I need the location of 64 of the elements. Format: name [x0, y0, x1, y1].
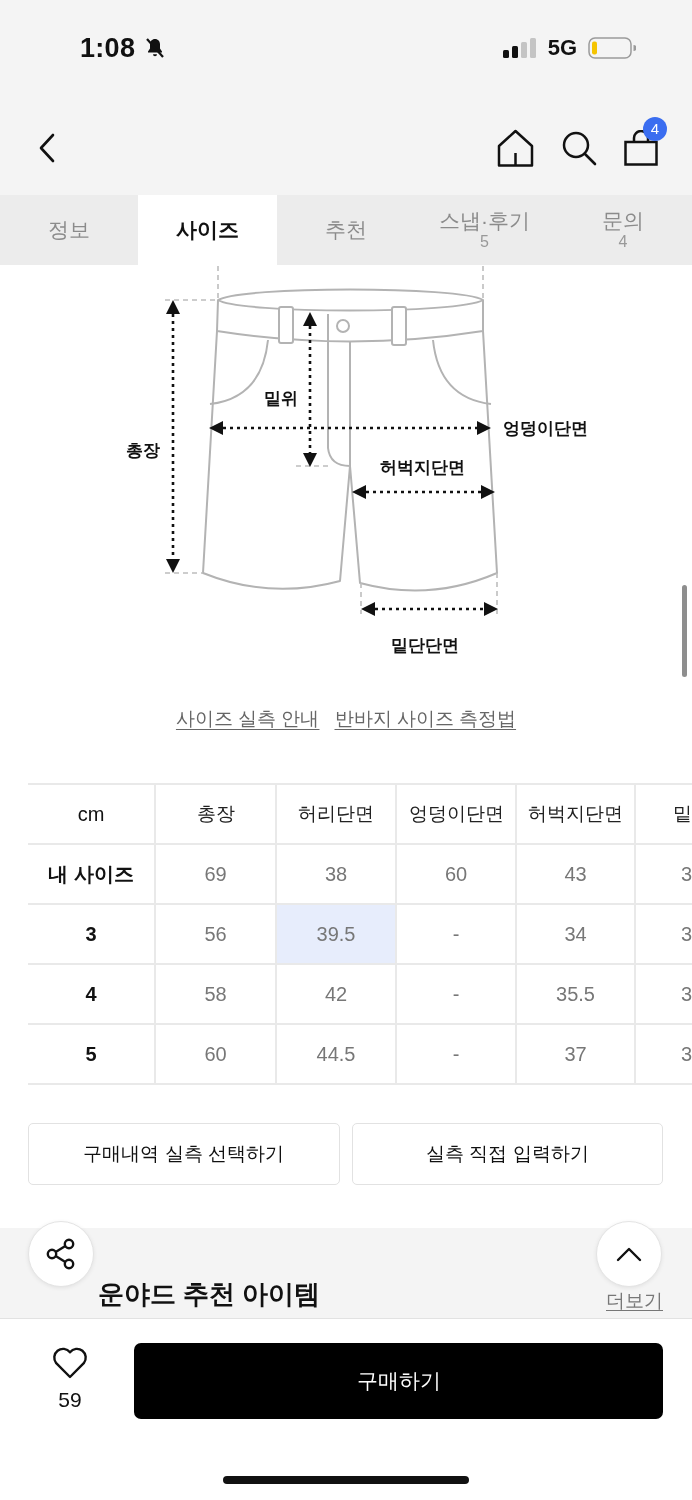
- table-cell: 3: [635, 904, 692, 964]
- row-header: 3: [28, 904, 155, 964]
- table-cell: 39.5: [276, 904, 396, 964]
- row-header: 내 사이즈: [28, 844, 155, 904]
- buy-button[interactable]: 구매하기: [134, 1343, 663, 1419]
- measurement-label: 엉덩이단면: [502, 419, 588, 438]
- table-cell: 58: [155, 964, 276, 1024]
- table-cell: 44.5: [276, 1024, 396, 1084]
- cart-count-badge: 4: [643, 116, 667, 141]
- measurement-label: 총장: [126, 441, 160, 460]
- row-header: 4: [28, 964, 155, 1024]
- network-label: 5G: [547, 37, 577, 59]
- row-header: 5: [28, 1024, 155, 1084]
- signal-icon: [502, 38, 537, 58]
- like-button[interactable]: 59: [6, 1343, 134, 1419]
- guide-link[interactable]: 사이즈 실측 안내: [175, 707, 320, 732]
- table-cell: 60: [155, 1024, 276, 1084]
- chevron-left-icon: [38, 132, 56, 163]
- table-cell: 60: [396, 844, 516, 904]
- table-cell: 34: [516, 904, 635, 964]
- table-cell: -: [396, 1024, 516, 1084]
- measurement-label: 허벅지단면: [379, 458, 465, 477]
- battery-icon: [588, 37, 636, 59]
- search-button[interactable]: [561, 129, 597, 166]
- table-cell: -: [396, 904, 516, 964]
- table-cell: 35.5: [516, 964, 635, 1024]
- column-header: 엉덩이단면: [396, 784, 516, 844]
- back-button[interactable]: [38, 132, 56, 163]
- table-cell: 42: [276, 964, 396, 1024]
- tab[interactable]: 추천: [276, 195, 416, 265]
- chevron-up-icon: [616, 1246, 642, 1262]
- action-button[interactable]: 실측 직접 입력하기: [351, 1123, 663, 1185]
- tab[interactable]: 문의 4: [553, 195, 692, 265]
- home-icon: [497, 128, 534, 167]
- table-cell: 3: [635, 844, 692, 904]
- guide-line: [482, 265, 484, 301]
- section-title: 운야드 추천 아이템: [98, 1278, 321, 1312]
- guide-link[interactable]: 반바지 사이즈 측정법: [334, 707, 517, 732]
- status-time: 1:08: [80, 34, 136, 62]
- home-button[interactable]: [497, 128, 534, 167]
- table-cell: 3: [635, 1024, 692, 1084]
- measurement-label: 밑단단면: [391, 636, 459, 655]
- action-button[interactable]: 구매내역 실측 선택하기: [28, 1123, 340, 1185]
- column-header: 허리단면: [276, 784, 396, 844]
- table-cell: 3: [635, 964, 692, 1024]
- tab[interactable]: 사이즈: [138, 195, 277, 265]
- column-header: 밑: [635, 784, 692, 844]
- share-icon: [45, 1238, 77, 1270]
- more-link[interactable]: 더보기: [606, 1291, 663, 1312]
- column-header: 총장: [155, 784, 276, 844]
- guide-line: [295, 465, 329, 467]
- tab[interactable]: 스냅·후기 5: [415, 195, 554, 265]
- table-cell: -: [396, 964, 516, 1024]
- search-icon: [561, 129, 597, 166]
- table-cell: 43: [516, 844, 635, 904]
- table-cell: 69: [155, 844, 276, 904]
- guide-line: [164, 572, 204, 574]
- tab[interactable]: 정보: [0, 195, 139, 265]
- column-header: cm: [28, 784, 155, 844]
- column-header: 허벅지단면: [516, 784, 635, 844]
- guide-line: [360, 582, 362, 615]
- table-cell: 37: [516, 1024, 635, 1084]
- measurement-label: 밑위: [264, 389, 298, 408]
- guide-line: [496, 572, 498, 615]
